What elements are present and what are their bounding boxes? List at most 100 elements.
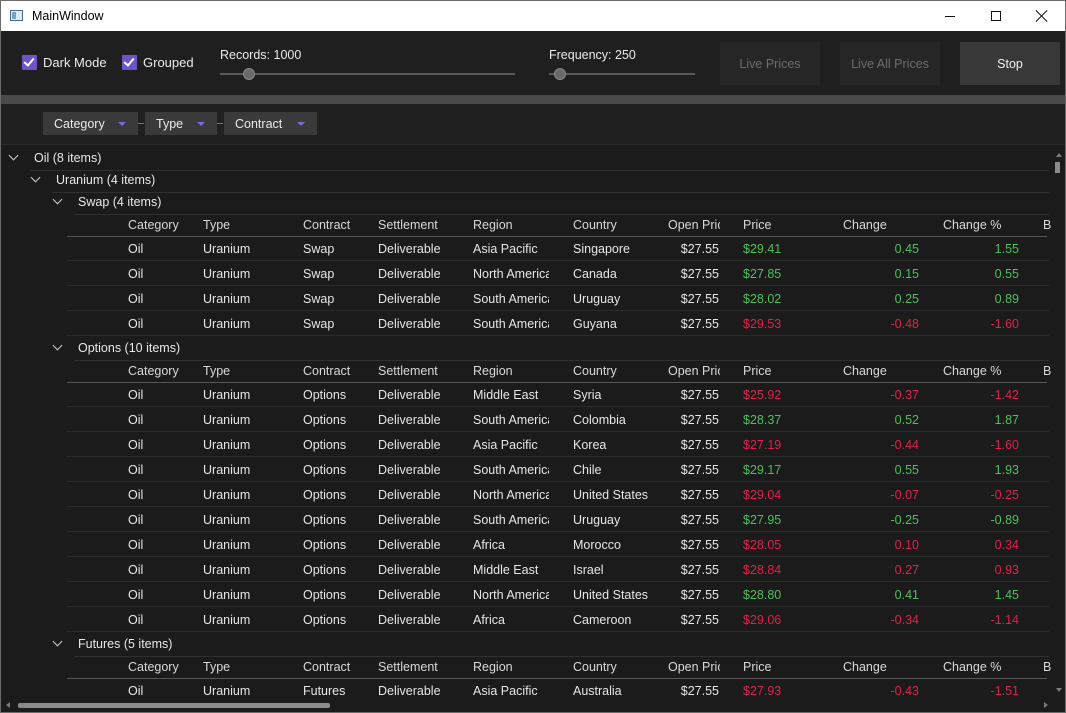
column-header[interactable]: Open Pric <box>668 660 720 674</box>
table-row[interactable]: Oil Uranium Options Deliverable South Americ… <box>1 507 1053 532</box>
column-header[interactable]: B <box>1043 660 1053 674</box>
close-button[interactable] <box>1019 1 1065 31</box>
table-cell: Oil <box>128 463 144 477</box>
table-cell: Oil <box>128 267 144 281</box>
column-header[interactable]: Type <box>203 660 298 674</box>
table-cell: Uranium <box>203 538 251 552</box>
column-header[interactable]: Price <box>743 364 838 378</box>
table-cell: Deliverable <box>378 684 441 698</box>
table-row[interactable]: Oil Uranium Options Deliverable North Americ… <box>1 582 1053 607</box>
chevron-down-icon[interactable] <box>52 636 63 647</box>
table-cell: Oil <box>128 613 144 627</box>
group-chip-type[interactable]: Type <box>145 112 217 135</box>
chevron-down-icon[interactable] <box>30 172 41 183</box>
records-slider-thumb[interactable] <box>243 68 255 80</box>
table-cell: -1.42 <box>990 388 1020 402</box>
column-header[interactable]: Open Pric <box>668 218 720 232</box>
column-header[interactable]: Contract <box>303 660 373 674</box>
column-header[interactable]: Price <box>743 660 838 674</box>
table-row[interactable]: Oil Uranium Options Deliverable Middle East S… <box>1 382 1053 407</box>
table-row[interactable]: Oil Uranium Options Deliverable Asia Pacific… <box>1 432 1053 457</box>
table-cell: Middle East <box>473 563 539 577</box>
column-header[interactable]: Price <box>743 218 838 232</box>
chevron-down-icon[interactable] <box>52 194 63 205</box>
column-header[interactable]: Country <box>573 660 663 674</box>
table-row[interactable]: Oil Uranium Options Deliverable Africa Morocc… <box>1 532 1053 557</box>
column-header[interactable]: Country <box>573 364 663 378</box>
table-cell: Swap <box>303 242 335 256</box>
table-row[interactable]: Oil Uranium Options Deliverable Middle East I… <box>1 557 1053 582</box>
column-header[interactable]: Change <box>843 218 919 232</box>
table-row[interactable]: Oil Uranium Options Deliverable South Americ… <box>1 407 1053 432</box>
table-cell: 0.10 <box>894 538 919 552</box>
column-header[interactable]: Change % <box>943 218 1019 232</box>
column-header[interactable]: Region <box>473 660 549 674</box>
column-header[interactable]: Category <box>128 364 198 378</box>
table-row[interactable]: Oil Uranium Options Deliverable North Americ… <box>1 482 1053 507</box>
dropdown-caret-icon[interactable] <box>297 122 305 126</box>
grouped-checkbox[interactable]: Grouped <box>122 55 194 70</box>
frequency-slider-thumb[interactable] <box>554 68 566 80</box>
scroll-up-icon[interactable] <box>1056 153 1062 157</box>
vertical-scrollbar[interactable] <box>1053 146 1065 698</box>
chevron-down-icon[interactable] <box>52 340 63 351</box>
column-header[interactable]: Region <box>473 364 549 378</box>
minimize-button[interactable] <box>927 1 973 31</box>
table-cell: -1.51 <box>990 684 1020 698</box>
column-header[interactable]: Settlement <box>378 218 468 232</box>
vertical-scroll-thumb[interactable] <box>1055 162 1060 173</box>
column-header[interactable]: Country <box>573 218 663 232</box>
column-header[interactable]: Region <box>473 218 549 232</box>
scroll-down-icon[interactable] <box>1056 688 1062 692</box>
checkbox-checked-icon <box>22 55 37 70</box>
table-row[interactable]: Oil Uranium Swap Deliverable North America Ca… <box>1 261 1053 286</box>
column-header[interactable]: Open Pric <box>668 364 720 378</box>
maximize-button[interactable] <box>973 1 1019 31</box>
column-header[interactable]: Type <box>203 364 298 378</box>
horizontal-scroll-thumb[interactable] <box>18 703 330 708</box>
table-cell: Deliverable <box>378 438 441 452</box>
column-header[interactable]: B <box>1043 218 1053 232</box>
frequency-slider-track[interactable] <box>549 73 695 75</box>
column-header[interactable]: Contract <box>303 364 373 378</box>
window-title: MainWindow <box>32 9 104 23</box>
column-header[interactable]: Change <box>843 364 919 378</box>
table-row[interactable]: Oil Uranium Swap Deliverable South America Gu… <box>1 311 1053 336</box>
table-cell: $27.55 <box>680 538 719 552</box>
table-cell: -0.44 <box>890 438 920 452</box>
column-header[interactable]: Settlement <box>378 660 468 674</box>
table-cell: Options <box>303 488 347 502</box>
column-header[interactable]: Type <box>203 218 298 232</box>
column-header[interactable]: Change % <box>943 364 1019 378</box>
table-row[interactable]: Oil Uranium Options Deliverable South Americ… <box>1 457 1053 482</box>
stop-button[interactable]: Stop <box>960 42 1060 85</box>
column-header[interactable]: Settlement <box>378 364 468 378</box>
column-header[interactable]: B <box>1043 364 1053 378</box>
table-cell: Oil <box>128 413 144 427</box>
table-row[interactable]: Oil Uranium Futures Deliverable Asia Pacific… <box>1 678 1053 698</box>
column-header[interactable]: Category <box>128 218 198 232</box>
scroll-right-icon[interactable] <box>1044 702 1048 708</box>
scroll-left-icon[interactable] <box>6 702 10 708</box>
table-row[interactable]: Oil Uranium Options Deliverable Africa Camero… <box>1 607 1053 632</box>
group-chip-category[interactable]: Category <box>43 112 138 135</box>
live-all-prices-button[interactable]: Live All Prices <box>840 42 940 85</box>
dropdown-caret-icon[interactable] <box>118 122 126 126</box>
group-chip-contract[interactable]: Contract <box>224 112 317 135</box>
dropdown-caret-icon[interactable] <box>197 122 205 126</box>
table-cell: 0.52 <box>894 413 919 427</box>
table-cell: Deliverable <box>378 242 441 256</box>
table-row[interactable]: Oil Uranium Swap Deliverable South America Ur… <box>1 286 1053 311</box>
column-header[interactable]: Change <box>843 660 919 674</box>
horizontal-scrollbar[interactable] <box>1 698 1053 712</box>
column-header[interactable]: Contract <box>303 218 373 232</box>
records-slider-track[interactable] <box>220 73 515 75</box>
dark-mode-checkbox[interactable]: Dark Mode <box>22 55 107 70</box>
live-prices-button[interactable]: Live Prices <box>720 42 820 85</box>
table-row[interactable]: Oil Uranium Swap Deliverable Asia Pacific Sin… <box>1 236 1053 261</box>
chevron-down-icon[interactable] <box>8 150 19 161</box>
table-cell: Uranium <box>203 388 251 402</box>
column-header[interactable]: Category <box>128 660 198 674</box>
column-header[interactable]: Change % <box>943 660 1019 674</box>
table-cell: Canada <box>573 267 617 281</box>
